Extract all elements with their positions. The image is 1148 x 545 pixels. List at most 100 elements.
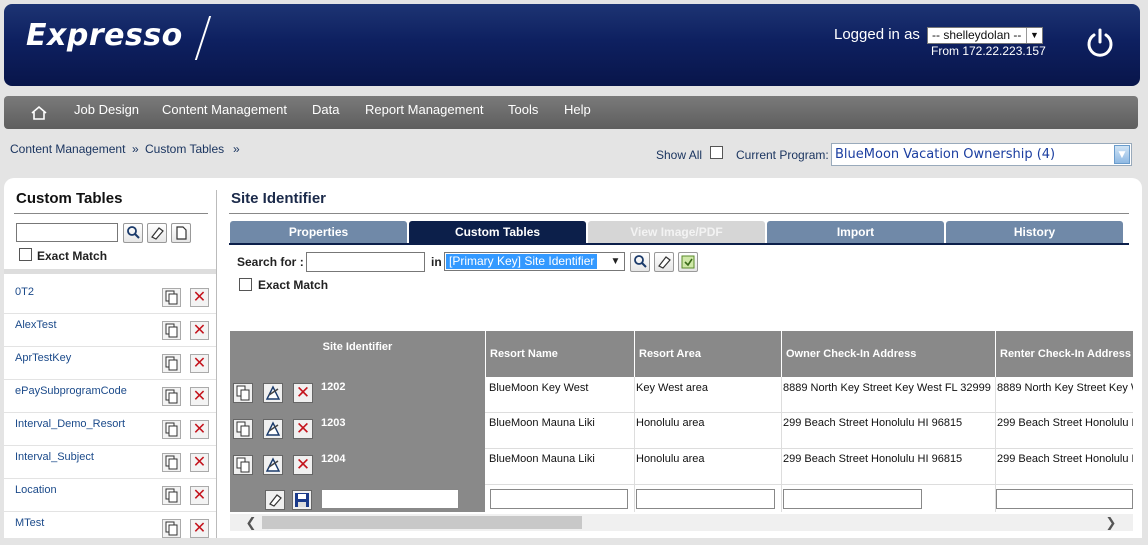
eraser-icon xyxy=(658,256,671,269)
power-icon[interactable] xyxy=(1085,27,1115,57)
copy-icon xyxy=(165,488,178,503)
nav-report-management[interactable]: Report Management xyxy=(365,102,484,117)
renter-address-cell: 8889 North Key Street Key W xyxy=(997,382,1133,394)
list-item[interactable]: AprTestKey ✕ xyxy=(4,347,216,380)
new-site-identifier-input[interactable] xyxy=(321,489,459,509)
nav-help[interactable]: Help xyxy=(564,102,591,117)
copy-table-button[interactable] xyxy=(162,288,181,307)
list-item[interactable]: AlexTest ✕ xyxy=(4,314,216,347)
table-name-link[interactable]: ePaySubprogramCode xyxy=(15,385,127,397)
scroll-right-icon[interactable]: ❯ xyxy=(1104,514,1118,531)
exact-match-checkbox[interactable] xyxy=(239,278,252,291)
search-for-input[interactable] xyxy=(306,252,425,272)
show-all-checkbox[interactable] xyxy=(710,146,723,159)
current-program-select[interactable]: BlueMoon Vacation Ownership (4) ▼ xyxy=(831,143,1132,166)
breadcrumb-content-management[interactable]: Content Management xyxy=(10,142,125,156)
search-button[interactable] xyxy=(123,223,143,243)
new-renter-address-input[interactable] xyxy=(996,489,1133,509)
resort-name-cell: BlueMoon Mauna Liki xyxy=(489,453,595,465)
edit-row-button[interactable] xyxy=(263,455,283,475)
edit-icon xyxy=(265,385,281,400)
table-name-link[interactable]: AprTestKey xyxy=(15,352,71,364)
copy-table-button[interactable] xyxy=(162,453,181,472)
search-for-label: Search for : xyxy=(237,255,304,269)
list-item[interactable]: 0T2 ✕ xyxy=(4,281,216,314)
clear-row-button[interactable] xyxy=(265,490,285,510)
delete-table-button[interactable]: ✕ xyxy=(190,519,209,538)
copy-table-button[interactable] xyxy=(162,321,181,340)
login-ip-text: From 172.22.223.157 xyxy=(931,44,1046,58)
list-item[interactable]: Location ✕ xyxy=(4,479,216,512)
copy-row-button[interactable] xyxy=(233,419,253,439)
breadcrumb-custom-tables[interactable]: Custom Tables xyxy=(145,142,224,156)
close-icon: ✕ xyxy=(192,520,207,537)
table-name-link[interactable]: Interval_Demo_Resort xyxy=(15,418,125,430)
new-owner-address-input[interactable] xyxy=(783,489,922,509)
delete-row-button[interactable]: ✕ xyxy=(293,455,313,475)
search-field-select[interactable]: [Primary Key] Site Identifier ▼ xyxy=(444,252,625,271)
table-name-link[interactable]: Interval_Subject xyxy=(15,451,94,463)
copy-row-button[interactable] xyxy=(233,455,253,475)
delete-table-button[interactable]: ✕ xyxy=(190,354,209,373)
list-item[interactable]: ePaySubprogramCode ✕ xyxy=(4,380,216,413)
nav-content-management[interactable]: Content Management xyxy=(162,102,287,117)
tab-properties[interactable]: Properties xyxy=(230,221,407,243)
copy-table-button[interactable] xyxy=(162,387,181,406)
delete-table-button[interactable]: ✕ xyxy=(190,288,209,307)
tab-custom-tables[interactable]: Custom Tables xyxy=(409,221,586,243)
copy-table-button[interactable] xyxy=(162,420,181,439)
list-item[interactable]: Interval_Subject ✕ xyxy=(4,446,216,479)
column-header-site-identifier[interactable]: Site Identifier xyxy=(230,331,485,353)
column-header-owner-check-in-address[interactable]: Owner Check-In Address xyxy=(781,331,995,377)
nav-job-design[interactable]: Job Design xyxy=(74,102,139,117)
delete-row-button[interactable]: ✕ xyxy=(293,419,313,439)
copy-table-button[interactable] xyxy=(162,519,181,538)
table-name-link[interactable]: Location xyxy=(15,484,57,496)
scrollbar-thumb[interactable] xyxy=(262,516,582,529)
nav-tools[interactable]: Tools xyxy=(508,102,538,117)
list-item[interactable]: Interval_Demo_Resort ✕ xyxy=(4,413,216,446)
new-resort-area-input[interactable] xyxy=(636,489,775,509)
clear-search-button[interactable] xyxy=(654,252,674,272)
site-identifier-value: 1203 xyxy=(321,417,346,429)
new-resort-name-input[interactable] xyxy=(490,489,628,509)
delete-table-button[interactable]: ✕ xyxy=(190,387,209,406)
new-table-button[interactable] xyxy=(171,223,191,243)
user-select[interactable]: -- shelleydolan -- ▼ xyxy=(927,27,1043,44)
column-header-resort-area[interactable]: Resort Area xyxy=(634,331,781,377)
copy-table-button[interactable] xyxy=(162,354,181,373)
search-button[interactable] xyxy=(630,252,650,272)
delete-table-button[interactable]: ✕ xyxy=(190,420,209,439)
export-button[interactable] xyxy=(678,252,698,272)
nav-data[interactable]: Data xyxy=(312,102,339,117)
table-search-input[interactable] xyxy=(16,223,118,242)
row-divider xyxy=(485,484,1133,485)
column-header-renter-check-in-address[interactable]: Renter Check-In Address xyxy=(995,331,1133,377)
delete-row-button[interactable]: ✕ xyxy=(293,383,313,403)
scroll-left-icon[interactable]: ❮ xyxy=(244,514,258,531)
current-program-value: BlueMoon Vacation Ownership (4) xyxy=(835,147,1056,162)
table-name-link[interactable]: MTest xyxy=(15,517,44,529)
delete-table-button[interactable]: ✕ xyxy=(190,486,209,505)
delete-table-button[interactable]: ✕ xyxy=(190,453,209,472)
search-icon xyxy=(127,226,140,239)
tab-history[interactable]: History xyxy=(946,221,1123,243)
exact-match-checkbox[interactable] xyxy=(19,248,32,261)
edit-row-button[interactable] xyxy=(263,383,283,403)
divider xyxy=(14,213,208,214)
edit-row-button[interactable] xyxy=(263,419,283,439)
tab-import[interactable]: Import xyxy=(767,221,944,243)
exact-match-label: Exact Match xyxy=(37,249,108,263)
table-name-link[interactable]: AlexTest xyxy=(15,319,57,331)
list-item[interactable]: MTest ✕ xyxy=(4,512,216,545)
copy-row-button[interactable] xyxy=(233,383,253,403)
column-header-resort-name[interactable]: Resort Name xyxy=(485,331,635,377)
copy-table-button[interactable] xyxy=(162,486,181,505)
site-identifier-value: 1202 xyxy=(321,381,346,393)
delete-table-button[interactable]: ✕ xyxy=(190,321,209,340)
save-row-button[interactable] xyxy=(292,490,312,510)
divider xyxy=(229,213,1129,214)
table-name-link[interactable]: 0T2 xyxy=(15,286,34,298)
home-icon[interactable] xyxy=(30,104,48,122)
clear-search-button[interactable] xyxy=(147,223,167,243)
